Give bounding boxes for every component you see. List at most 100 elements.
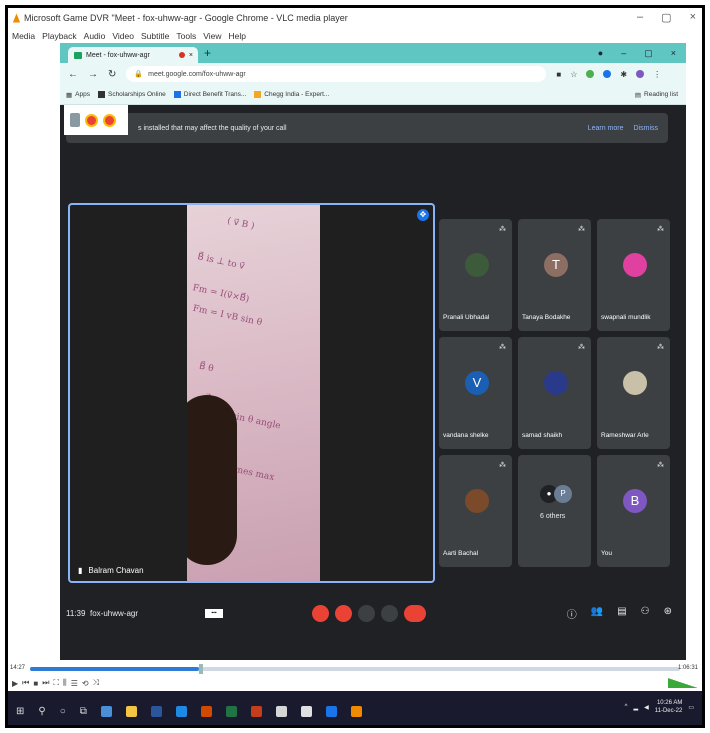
volume-icon[interactable]: ◀ [644, 704, 649, 711]
menu-help[interactable]: Help [228, 31, 245, 41]
red-circle-icon-2[interactable] [103, 113, 116, 127]
handwriting: ( v⃗ B ) [226, 216, 256, 232]
self-tile[interactable]: ⁂ B You [597, 455, 670, 567]
participant-tile[interactable]: ⁂ Pranali Ubhadal [439, 219, 512, 331]
stop-icon[interactable]: ■ [33, 679, 38, 688]
notifications-icon[interactable]: ▭ [688, 704, 694, 711]
menu-view[interactable]: View [203, 31, 221, 41]
shuffle-icon[interactable]: ⤨ [93, 678, 99, 688]
next-icon[interactable]: ⏭ [42, 678, 49, 688]
bookmark-apps[interactable]: ▦ Apps [66, 91, 90, 99]
participant-tile[interactable]: ⁂ V vandana shelke [439, 337, 512, 449]
minimize-button[interactable]: – [637, 11, 643, 24]
chrome-profile-icon[interactable]: ● [598, 48, 603, 59]
menu-media[interactable]: Media [12, 31, 35, 41]
chrome-icon[interactable] [300, 705, 312, 717]
seek-handle[interactable] [199, 664, 203, 674]
camera-indicator-icon[interactable]: ■ [556, 70, 561, 79]
forward-icon[interactable]: → [88, 69, 98, 80]
menu-tools[interactable]: Tools [176, 31, 196, 41]
app-icon[interactable] [175, 705, 187, 717]
chrome-close-button[interactable]: × [671, 48, 676, 59]
back-icon[interactable]: ← [68, 69, 78, 80]
activities-icon[interactable]: ⚇ [641, 606, 650, 621]
word-icon[interactable] [150, 705, 162, 717]
menu-video[interactable]: Video [112, 31, 134, 41]
bookmark-dbt[interactable]: Direct Benefit Trans... [173, 91, 246, 98]
menu-subtitle[interactable]: Subtitle [141, 31, 169, 41]
extensions-puzzle-icon[interactable]: ✱ [620, 70, 627, 79]
learn-more-link[interactable]: Learn more [588, 125, 624, 132]
excel-icon[interactable] [225, 705, 237, 717]
bookmark-star-icon[interactable]: ☆ [570, 70, 577, 79]
chrome-menu-icon[interactable]: ⋮ [653, 70, 661, 79]
start-icon[interactable]: ⊞ [16, 706, 24, 717]
maximize-button[interactable]: ▢ [661, 11, 671, 24]
chrome-minimize-button[interactable]: – [621, 48, 626, 59]
volume-slider[interactable] [668, 678, 698, 688]
participant-tile[interactable]: ⁂ T Tanaya Bodakhe [518, 219, 591, 331]
mic-off-icon: ⁂ [578, 344, 585, 351]
network-icon[interactable]: ▂ [634, 704, 639, 711]
bookmark-chegg[interactable]: Chegg India - Expert... [254, 91, 329, 98]
profile-avatar[interactable] [636, 70, 645, 78]
people-icon[interactable]: 👥 [591, 606, 603, 621]
avatar: B [623, 489, 647, 513]
loop-icon[interactable]: ⟲ [82, 679, 89, 688]
menu-playback[interactable]: Playback [42, 31, 77, 41]
menu-audio[interactable]: Audio [84, 31, 106, 41]
pin-icon[interactable]: ✥ [417, 209, 429, 221]
mic-off-icon: ⁂ [578, 226, 585, 233]
browser-tab[interactable]: Meet - fox-uhww-agr × [68, 47, 198, 63]
tray-chevron-icon[interactable]: ^ [625, 704, 628, 710]
others-tile[interactable]: ● P 6 others [518, 455, 591, 567]
seek-track[interactable] [30, 664, 680, 674]
bookmark-scholarships[interactable]: Scholarships Online [97, 91, 166, 98]
end-call-button[interactable] [404, 605, 426, 622]
participant-tile[interactable]: ⁂ Aarti Bachal [439, 455, 512, 567]
chrome-maximize-button[interactable]: ▢ [644, 48, 653, 59]
present-button[interactable] [358, 605, 375, 622]
more-options-button[interactable] [381, 605, 398, 622]
search-icon[interactable]: ⚲ [38, 706, 45, 717]
main-speaker-tile[interactable]: ( v⃗ B ) B⃗ is ⊥ to v⃗ Fm = I(v⃗×B⃗) Fm … [68, 203, 435, 583]
red-circle-icon[interactable] [85, 113, 98, 127]
task-view-icon[interactable]: ⧉ [80, 706, 87, 717]
new-tab-button[interactable]: + [204, 46, 211, 60]
host-controls-icon[interactable]: ⊛ [664, 606, 672, 621]
video-area[interactable]: Meet - fox-uhww-agr × + ● – ▢ × ← → ↻ 🔒 [8, 43, 702, 663]
extension-icon-2[interactable] [603, 70, 612, 78]
extended-settings-icon[interactable]: ⫼ [63, 678, 67, 688]
cortana-icon[interactable]: ○ [60, 706, 66, 717]
file-explorer-icon[interactable] [125, 705, 137, 717]
main-speaker-name: Balram Chavan [88, 566, 144, 575]
playlist-icon[interactable]: ☰ [71, 679, 78, 688]
participant-tile[interactable]: ⁂ swapnali mundlik [597, 219, 670, 331]
clock[interactable]: 10:26 AM 11-Dec-22 [655, 699, 683, 715]
participant-tile[interactable]: ⁂ samad shaikh [518, 337, 591, 449]
app-icon[interactable] [100, 705, 112, 717]
meeting-code: fox-uhww-agr [90, 609, 139, 618]
chat-icon[interactable]: ▤ [617, 606, 626, 621]
participant-tile[interactable]: ⁂ Rameshwar Arle [597, 337, 670, 449]
app-icon[interactable] [325, 705, 337, 717]
url-field[interactable]: 🔒 meet.google.com/fox-uhww-agr [126, 66, 547, 82]
vlc-seek-bar[interactable]: 14:27 1:06:31 [8, 663, 702, 675]
handwriting: Fm = I vB sin θ [191, 303, 263, 329]
camera-button[interactable] [335, 605, 352, 622]
info-icon[interactable]: ⓘ [567, 606, 577, 621]
app-icon[interactable] [275, 705, 287, 717]
extension-icon[interactable] [586, 70, 595, 78]
close-button[interactable]: × [690, 11, 696, 24]
reload-icon[interactable]: ↻ [108, 69, 116, 80]
mic-button[interactable] [312, 605, 329, 622]
app-icon[interactable] [250, 705, 262, 717]
reading-list[interactable]: ▤ Reading list [635, 91, 678, 99]
vlc-icon[interactable] [350, 705, 362, 717]
dismiss-button[interactable]: Dismiss [634, 125, 659, 132]
previous-icon[interactable]: ⏮ [22, 678, 29, 688]
tab-close-icon[interactable]: × [189, 52, 193, 59]
powerpoint-icon[interactable] [200, 705, 212, 717]
play-icon[interactable]: ▶ [12, 679, 18, 688]
fullscreen-icon[interactable]: ⛶ [53, 678, 59, 688]
